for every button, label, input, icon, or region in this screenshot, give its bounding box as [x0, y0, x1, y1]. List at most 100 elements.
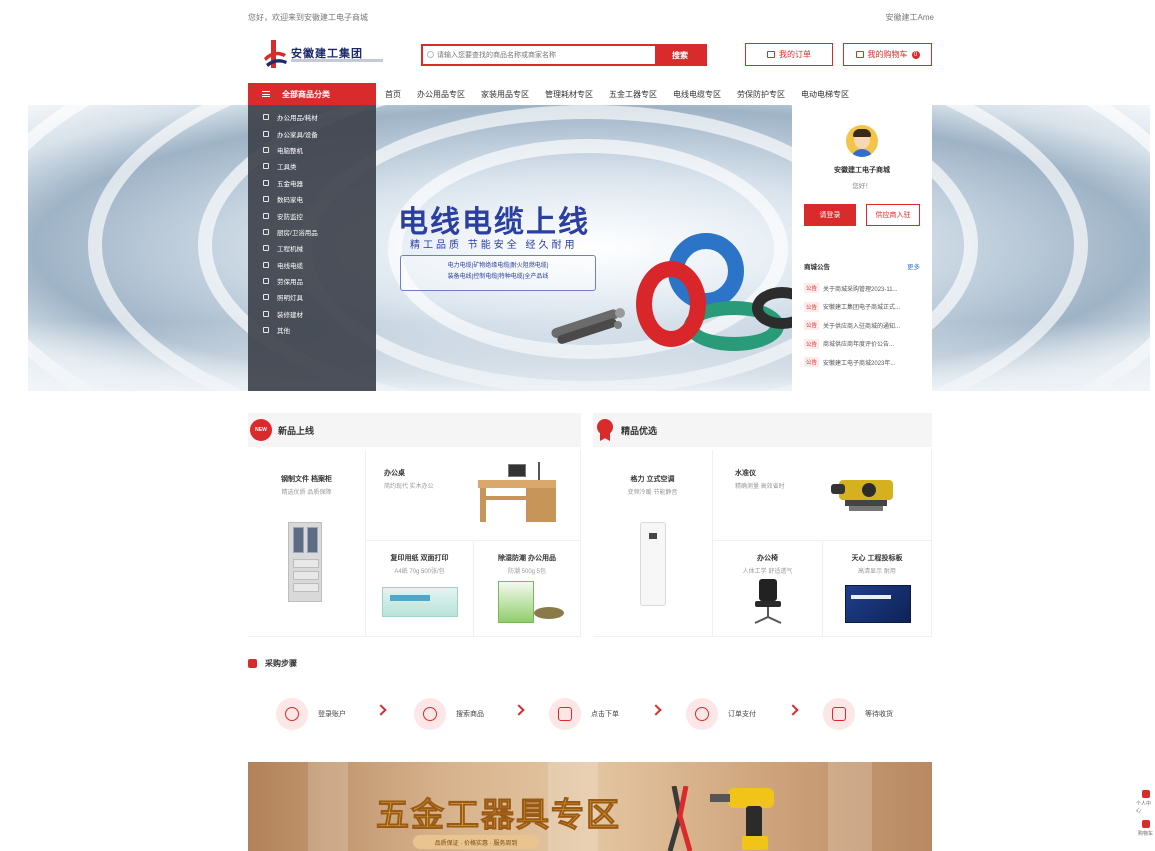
notice-tag: 公告: [804, 357, 820, 368]
search-box: 搜索: [421, 44, 707, 66]
product-desc: 简约现代 实木办公: [384, 484, 434, 490]
cable-coil-red: [636, 261, 706, 347]
banner-pillar: [828, 762, 872, 851]
category-item[interactable]: 劳保用品: [248, 273, 376, 289]
category-item[interactable]: 安防监控: [248, 207, 376, 223]
my-orders-label: 我的订单: [779, 50, 811, 59]
nav-item-cables[interactable]: 电线电缆专区: [673, 89, 721, 100]
user-panel: 安徽建工电子商城 您好！ 请登录 供应商入驻 商城公告 更多 公告 关于商城采购管…: [792, 105, 932, 391]
product-name: 办公椅: [757, 555, 778, 562]
product-name: 格力 立式空调: [630, 476, 675, 483]
category-label: 劳保用品: [277, 279, 303, 287]
step-label: 点击下单: [591, 711, 619, 718]
product-card[interactable]: 除湿防潮 办公用品 防潮 500g 5包: [474, 541, 581, 637]
search-button[interactable]: 搜索: [655, 46, 705, 64]
notice-text: 商城供应商年度评价公告...: [823, 342, 895, 349]
hero-banner[interactable]: 电线电缆上线 精工品质 节能安全 经久耐用 电力电缆|矿物绝缘电缆|耐火阻燃电缆…: [28, 105, 1150, 391]
category-item[interactable]: 其他: [248, 322, 376, 338]
anhui-construction-logo-icon: [264, 40, 287, 68]
my-orders-button[interactable]: 我的订单: [745, 43, 833, 66]
personal-center-button[interactable]: 个人中心: [1136, 790, 1155, 820]
category-item[interactable]: 厨房/卫浴用品: [248, 224, 376, 240]
category-label: 工程机械: [277, 246, 303, 254]
category-item[interactable]: 工具类: [248, 158, 376, 174]
step-label: 等待收货: [865, 711, 893, 718]
step-search: 搜索商品: [414, 697, 484, 731]
product-card[interactable]: 天心 工程投标板 高清显示 耐用: [823, 541, 932, 637]
desk-leg: [480, 488, 486, 522]
supplier-join-button[interactable]: 供应商入驻: [866, 204, 920, 226]
category-icon: [263, 146, 269, 153]
category-item[interactable]: 照明灯具: [248, 289, 376, 305]
bid-board-strip: [851, 595, 891, 599]
nav-item-hardware[interactable]: 五金工器专区: [609, 89, 657, 100]
hot-products-grid: 格力 立式空调 变频冷暖 节能静音 水准仪 精确测量 高效省时 办公椅 人体工学…: [593, 450, 932, 637]
chevron-right-icon: [650, 704, 662, 716]
nav-item-home[interactable]: 首页: [385, 89, 401, 100]
category-item[interactable]: 电线电缆: [248, 257, 376, 273]
notice-item[interactable]: 公告 商城供应商年度评价公告...: [804, 335, 920, 354]
site-logo[interactable]: 安徽建工集团: [262, 40, 383, 70]
desiccant-pack-image: [498, 581, 534, 623]
desk-panel: [486, 496, 526, 500]
category-icon: [263, 114, 269, 121]
category-item[interactable]: 办公家具/设备: [248, 125, 376, 141]
category-icon: [263, 294, 269, 301]
category-item[interactable]: 五金电器: [248, 175, 376, 191]
all-categories-button[interactable]: 全部商品分类: [248, 83, 376, 105]
truck-glyph: [832, 707, 846, 721]
file-cabinet-image: [288, 522, 322, 602]
step-order: 点击下单: [549, 697, 619, 731]
product-card[interactable]: 格力 立式空调 变频冷暖 节能静音: [593, 450, 713, 637]
category-item[interactable]: 办公用品/耗材: [248, 109, 376, 125]
category-label: 安防监控: [277, 213, 303, 221]
ac-display: [649, 533, 657, 539]
cable-bundle: [551, 308, 625, 344]
desk-drawer: [526, 488, 556, 522]
notice-item[interactable]: 公告 安徽建工电子商城2023年...: [804, 353, 920, 372]
hardware-banner[interactable]: 五金工器具专区 品质保证 · 价格实惠 · 服务周到: [248, 762, 932, 851]
notice-tag: 公告: [804, 320, 820, 331]
category-label: 电脑整机: [277, 147, 303, 155]
category-item[interactable]: 装修建材: [248, 306, 376, 322]
notice-item[interactable]: 公告 关于供应商入驻商城的通知...: [804, 316, 920, 335]
product-card[interactable]: 水准仪 精确测量 高效省时: [713, 450, 932, 541]
side-cart-button[interactable]: 购物车: [1136, 820, 1155, 850]
nav-item-office[interactable]: 办公用品专区: [417, 89, 465, 100]
purchase-steps-header: 采购步骤: [248, 656, 297, 670]
category-item[interactable]: 工程机械: [248, 240, 376, 256]
my-cart-button[interactable]: 我的购物车 0: [843, 43, 932, 66]
product-card[interactable]: 办公桌 简约现代 实木办公: [366, 450, 581, 541]
notice-text: 关于商城采购管理2023-11...: [823, 286, 898, 293]
product-name: 除湿防潮 办公用品: [498, 555, 556, 562]
top-right-link[interactable]: 安徽建工Ame: [886, 12, 934, 23]
product-card[interactable]: 钢制文件 档案柜 精选优质 品质保障: [248, 450, 366, 637]
category-icon: [263, 163, 269, 170]
login-button[interactable]: 请登录: [804, 204, 856, 226]
nav-item-protection[interactable]: 劳保防护专区: [737, 89, 785, 100]
category-item[interactable]: 数码家电: [248, 191, 376, 207]
category-label: 照明灯具: [277, 295, 303, 303]
category-label: 工具类: [277, 164, 297, 172]
product-card[interactable]: 复印用纸 双面打印 A4纸 70g 500张/包: [366, 541, 474, 637]
cabinet-window: [293, 527, 304, 553]
paper-pack-label: [390, 595, 430, 601]
notice-item[interactable]: 公告 关于商城采购管理2023-11...: [804, 279, 920, 298]
notice-item[interactable]: 公告 安徽建工集团电子商城正式...: [804, 298, 920, 317]
nav-item-elevator[interactable]: 电动电梯专区: [801, 89, 849, 100]
cart-icon: [855, 51, 864, 58]
product-card[interactable]: 办公椅 人体工学 舒适透气: [713, 541, 823, 637]
new-badge-icon: NEW: [250, 419, 272, 441]
desiccant-beads-image: [534, 607, 564, 619]
search-input[interactable]: [423, 46, 655, 64]
nav-item-consumables[interactable]: 管理耗材专区: [545, 89, 593, 100]
category-icon: [263, 245, 269, 252]
notice-text: 安徽建工集团电子商城正式...: [823, 305, 901, 312]
person-icon: [1141, 790, 1150, 798]
avatar-body: [851, 149, 873, 157]
category-item[interactable]: 电脑整机: [248, 142, 376, 158]
step-login: 登录账户: [276, 697, 346, 731]
notice-more-link[interactable]: 更多: [907, 261, 920, 271]
notice-text: 关于供应商入驻商城的通知...: [823, 323, 901, 330]
nav-item-home-decor[interactable]: 家装用品专区: [481, 89, 529, 100]
